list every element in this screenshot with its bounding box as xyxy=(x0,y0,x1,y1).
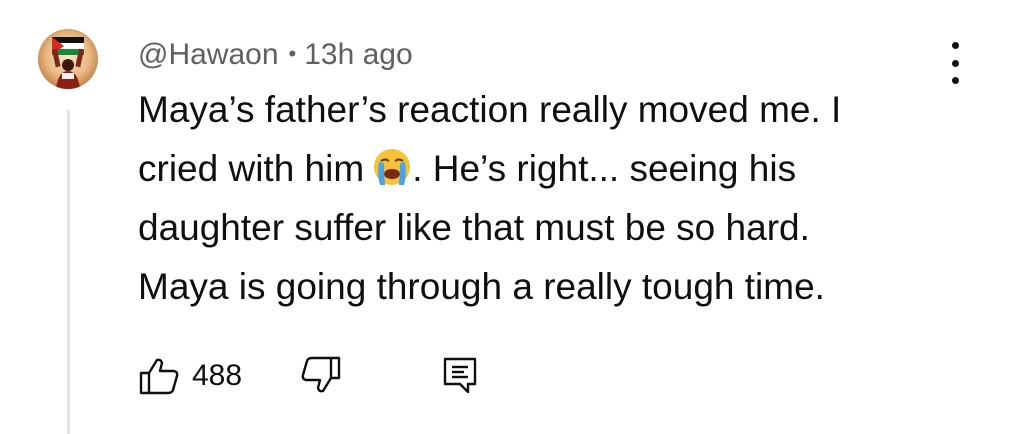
author-handle[interactable]: @Hawaon xyxy=(138,38,279,71)
more-vertical-icon-dot xyxy=(951,59,959,67)
dislike-button[interactable] xyxy=(298,354,342,394)
comment-text-line: Maya is going through a really tough tim… xyxy=(138,266,825,307)
like-count: 488 xyxy=(192,359,243,392)
thread-line xyxy=(67,110,70,434)
comment-text-line: Maya’s father’s reaction really moved me… xyxy=(138,89,842,130)
comment-container: @Hawaon • 13h ago Maya’s father’s reaction… xyxy=(0,0,1024,434)
like-button[interactable] xyxy=(138,356,182,396)
loudly-crying-face-emoji-icon xyxy=(374,149,411,185)
header-separator: • xyxy=(288,41,297,66)
comment-text-line: daughter suffer like that must be so har… xyxy=(138,207,810,248)
thumbs-down-icon xyxy=(301,356,341,393)
reply-comment-icon xyxy=(443,357,477,394)
timestamp[interactable]: 13h ago xyxy=(304,38,412,71)
avatar[interactable] xyxy=(38,29,98,89)
reply-button[interactable] xyxy=(440,354,480,396)
comment-text-line: cried with him . He’s right... seeing hi… xyxy=(138,139,968,198)
avatar-image xyxy=(38,29,98,89)
comment-text: Maya’s father’s reaction really moved me… xyxy=(138,80,968,316)
comment-header: @Hawaon • 13h ago xyxy=(138,34,413,75)
comment-text-segment: cried with him xyxy=(138,148,365,189)
more-options-button[interactable] xyxy=(940,42,970,84)
comment-text-segment: . He’s right... seeing his xyxy=(412,148,797,189)
thumbs-up-icon xyxy=(139,358,179,395)
more-vertical-icon xyxy=(951,42,959,49)
